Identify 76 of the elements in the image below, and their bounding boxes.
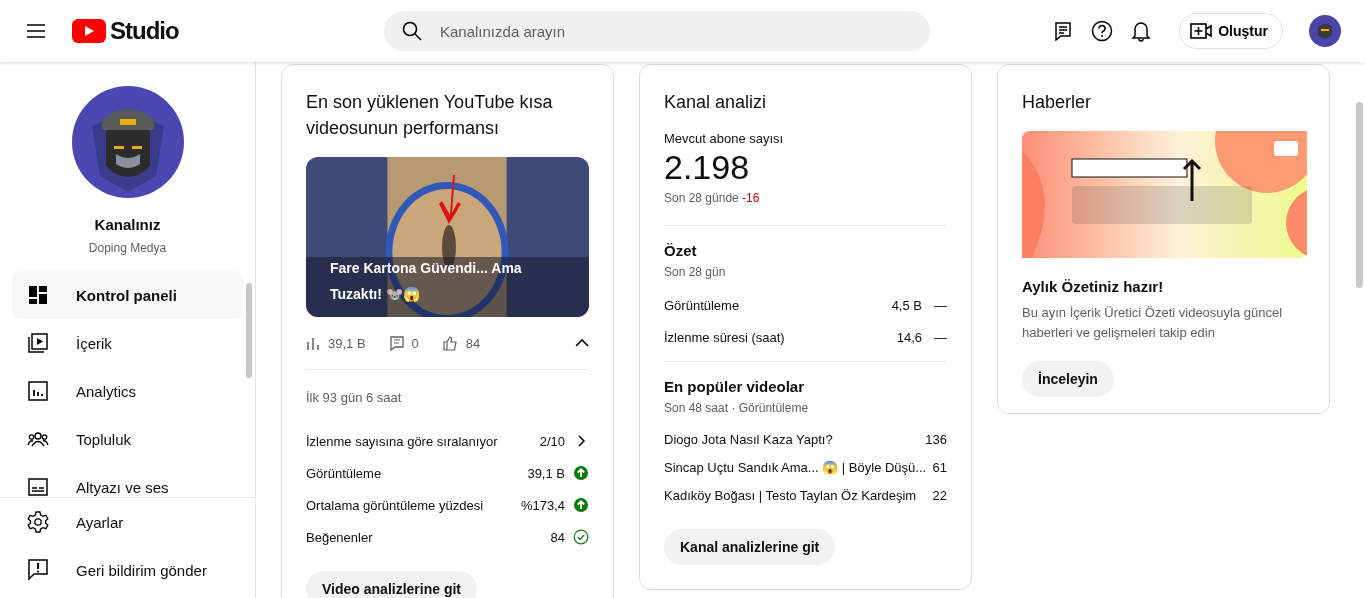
sidebar-item[interactable]: Topluluk — [12, 415, 243, 463]
stat-value: 0 — [411, 335, 419, 351]
video-add-icon — [1190, 22, 1213, 40]
channel-label: Kanalınız — [94, 216, 161, 233]
metric-label: Görüntüleme — [664, 297, 740, 313]
analytics-icon — [26, 381, 50, 401]
video-link[interactable]: Kadıköy Boğası | Testo Taylan Öz Kardeşim — [664, 487, 917, 503]
search-field[interactable]: Kanalınızda arayın — [384, 11, 930, 51]
settings-icon — [26, 511, 50, 533]
view-count: 136 — [925, 431, 947, 447]
trend-mark: — — [934, 329, 947, 345]
subscribers-label: Mevcut abone sayısı — [664, 131, 785, 146]
metric-value: 14,6 — [896, 329, 922, 345]
dashboard-icon — [26, 285, 50, 305]
metric-value: 84 — [550, 529, 565, 545]
search-icon — [402, 21, 422, 41]
trend-mark: — — [934, 297, 947, 313]
metric-label: Görüntüleme — [306, 465, 382, 481]
sidebar-item[interactable]: Ayarlar — [12, 498, 243, 546]
subscriber-count: 2.198 — [664, 148, 751, 187]
bar-chart-icon — [306, 336, 320, 350]
video-thumbnail[interactable]: Fare Kartona Güvendi... Ama Tuzaktı! 🐭😱 — [306, 157, 589, 317]
sidebar-item[interactable]: Geri bildirim gönder — [12, 546, 243, 594]
thumbs-up-icon — [442, 335, 458, 351]
news-description: Bu ayın İçerik Üretici Özeti videosuyla güncel haberleri ve gelişmeleri takip edin — [1022, 304, 1284, 342]
collapse-button[interactable] — [575, 338, 589, 348]
video-title: Fare Kartona Güvendi... Ama Tuzaktı! 🐭😱 — [330, 259, 523, 304]
sidebar-item[interactable]: İçerik — [12, 319, 243, 367]
arrow-up-icon — [573, 497, 589, 513]
feedback-icon — [26, 559, 50, 581]
comment-icon — [389, 335, 404, 351]
create-button[interactable]: Oluştur — [1179, 13, 1283, 49]
view-count: 61 — [932, 459, 947, 475]
messages-icon[interactable] — [1053, 21, 1074, 41]
period-label: Son 28 gün — [664, 265, 727, 279]
news-headline: Aylık Özetiniz hazır! — [1022, 278, 1165, 295]
view-count: 22 — [932, 487, 947, 503]
metric-value: 39,1 B — [527, 465, 565, 481]
sidebar-item[interactable]: Analytics — [12, 367, 243, 415]
sidebar-item[interactable]: Altyazı ve ses — [12, 463, 243, 497]
sidebar-item[interactable]: Kontrol paneli — [12, 271, 243, 319]
play-logo-icon — [72, 19, 106, 43]
video-link[interactable]: Diogo Jota Nasıl Kaza Yaptı? — [664, 431, 833, 447]
metric-label: Beğenenler — [306, 529, 373, 545]
stat-value: 84 — [465, 335, 481, 351]
section-title: Özet — [664, 242, 698, 259]
check-icon — [573, 529, 589, 545]
metric-value: %173,4 — [520, 497, 565, 513]
subtitles-icon — [26, 478, 50, 496]
logo-text: Studio — [110, 17, 179, 45]
metric-label: İzlenme sayısına göre sıralanıyor — [306, 433, 498, 449]
section-title: En popüler videolar — [664, 378, 806, 395]
people-icon — [26, 431, 50, 447]
avatar-icon[interactable] — [1309, 15, 1341, 47]
channel-name: Doping Medya — [88, 241, 167, 255]
card-title: Kanal analizi — [664, 91, 768, 114]
help-icon[interactable] — [1091, 20, 1114, 42]
period-label: Son 48 saat · Görüntüleme — [664, 401, 810, 415]
notifications-icon[interactable] — [1131, 20, 1152, 42]
card-title: En son yüklenen YouTube kısa videosunun performansı — [306, 91, 554, 140]
arrow-up-icon — [573, 465, 589, 481]
card-title: Haberler — [1022, 91, 1093, 114]
channel-analytics-button[interactable]: Kanal analizlerine git — [664, 529, 836, 565]
change-label: Son 28 günde — [664, 191, 739, 205]
review-button[interactable]: İnceleyin — [1022, 361, 1114, 397]
video-link[interactable]: Sincap Uçtu Sandık Ama... 😱 | Böyle Düşü... — [664, 459, 927, 475]
period-label: İlk 93 gün 6 saat — [306, 390, 403, 405]
video-analytics-button[interactable]: Video analizlerine git — [306, 571, 477, 598]
menu-icon[interactable] — [26, 23, 46, 39]
metric-value: 2/10 — [539, 433, 565, 449]
metric-value: 4,5 B — [891, 297, 922, 313]
metric-label: İzlenme süresi (saat) — [664, 329, 785, 345]
video-library-icon — [26, 332, 50, 354]
stat-value: 39,1 B — [328, 335, 366, 351]
metric-label: Ortalama görüntüleme yüzdesi — [306, 497, 484, 513]
change-value: -16 — [742, 191, 760, 205]
